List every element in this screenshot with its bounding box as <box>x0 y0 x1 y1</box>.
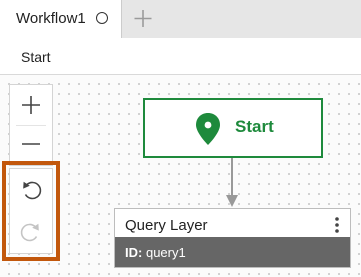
query-node-footer: ID: query1 <box>115 237 350 267</box>
connector-arrow <box>226 158 238 207</box>
zoom-controls <box>9 84 53 166</box>
start-node-label: Start <box>235 117 274 136</box>
new-tab-button[interactable] <box>122 0 164 38</box>
query-node-title: Query Layer <box>125 217 208 234</box>
unsaved-indicator-icon[interactable] <box>96 12 108 24</box>
plus-icon <box>134 10 152 27</box>
map-pin-icon <box>196 113 220 145</box>
query-id-value: query1 <box>145 245 186 260</box>
highlight-frame <box>2 161 60 261</box>
query-id-label: ID: <box>125 245 143 260</box>
vertical-ellipsis-icon[interactable] <box>330 215 344 235</box>
tab-bar: Workflow1 <box>0 0 361 39</box>
breadcrumb: Start <box>0 38 361 75</box>
breadcrumb-item-start[interactable]: Start <box>21 49 51 65</box>
start-node[interactable]: Start <box>143 98 323 158</box>
query-layer-node[interactable]: Query Layer ID: query1 <box>114 208 351 268</box>
tab-workflow1[interactable]: Workflow1 <box>0 0 122 39</box>
minus-icon <box>22 143 40 145</box>
tab-title: Workflow1 <box>16 10 86 27</box>
plus-icon <box>22 96 40 114</box>
zoom-in-button[interactable] <box>10 85 52 125</box>
query-node-id: ID: query1 <box>125 245 186 260</box>
zoom-out-button[interactable] <box>10 126 52 166</box>
